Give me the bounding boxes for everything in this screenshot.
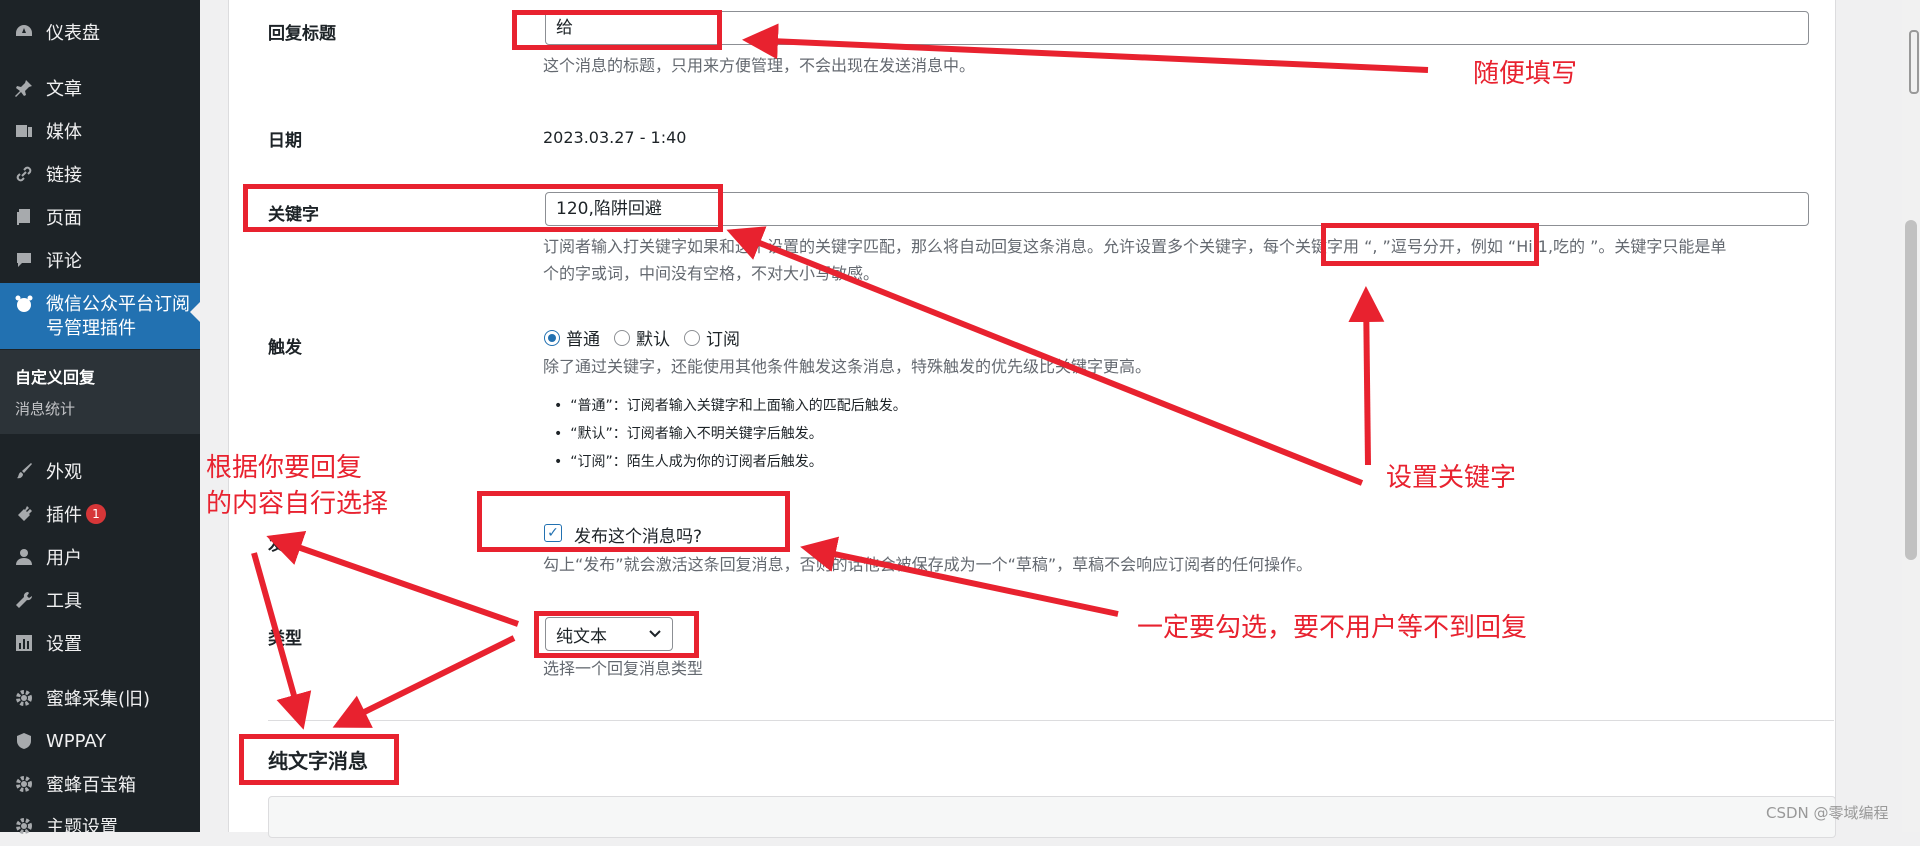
arrow-to-title — [742, 23, 1429, 73]
annotation-choose-line1: 根据你要回复 — [206, 453, 363, 483]
annotation-fill-freely: 随便填写 — [1473, 59, 1578, 89]
arrow-to-label — [266, 530, 519, 627]
arrow-to-section-left — [251, 552, 312, 730]
arrow-to-section-right — [332, 635, 516, 728]
annotation-choose-line2: 的内容自行选择 — [206, 489, 389, 519]
arrow-to-publish — [800, 536, 1119, 617]
annotation-set-keyword: 设置关键字 — [1386, 463, 1517, 493]
watermark: CSDN @零域编程 — [1766, 804, 1889, 822]
arrow-to-comma — [1348, 286, 1385, 466]
annotation-arrows — [251, 23, 1429, 730]
annotation-must-check: 一定要勾选，要不用户等不到回复 — [1137, 613, 1528, 643]
arrow-to-keyword — [726, 226, 1364, 486]
